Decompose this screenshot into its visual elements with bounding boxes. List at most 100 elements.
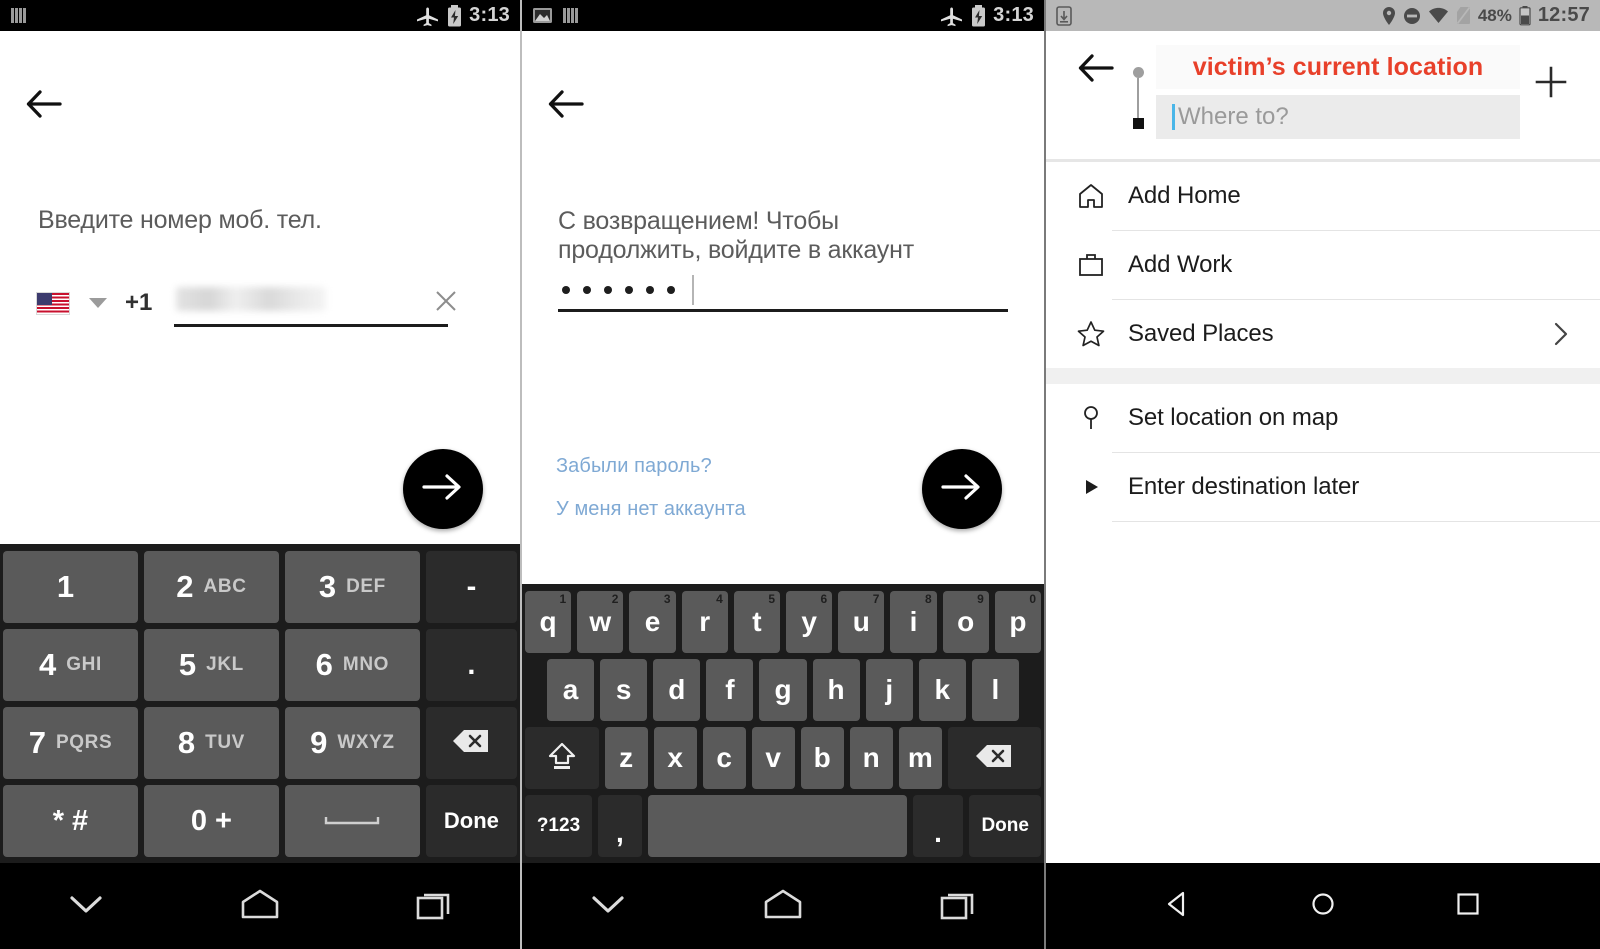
list-item-label: Add Home (1128, 182, 1241, 209)
key-a[interactable]: a (547, 659, 595, 721)
key-m[interactable]: m (898, 727, 942, 789)
key-h[interactable]: h (812, 659, 860, 721)
key-5[interactable]: 5 JKL (143, 629, 279, 701)
screenshot-collage: 3:13 Введите номер моб. тел. +1 1 2 ABC … (0, 0, 1600, 949)
space-key[interactable] (284, 785, 420, 857)
done-key[interactable]: Done (425, 785, 517, 857)
origin-value: victim’s current location (1192, 52, 1484, 81)
recents-icon[interactable] (411, 887, 457, 926)
list-item-set-location-on-map[interactable]: Set location on map (1046, 384, 1600, 452)
key-x[interactable]: x (653, 727, 697, 789)
nav-back-icon[interactable] (1161, 888, 1195, 925)
back-button[interactable] (1064, 45, 1120, 83)
list-item-add-home[interactable]: Add Home (1046, 162, 1600, 230)
key-3[interactable]: 3 DEF (284, 551, 420, 623)
key-period[interactable]: . (425, 629, 517, 701)
chevron-down-icon[interactable] (63, 890, 109, 923)
add-stop-button[interactable] (1520, 45, 1582, 104)
keyboard-row: 7 PQRS 8 TUV 9 WXYZ (0, 704, 520, 782)
period-key[interactable]: . (912, 795, 964, 857)
forgot-password-link[interactable]: Забыли пароль? (556, 455, 712, 478)
recents-icon[interactable] (935, 887, 981, 926)
key-star-hash[interactable]: * # (3, 785, 138, 857)
home-icon (1076, 181, 1128, 211)
back-button[interactable] (548, 89, 584, 119)
key-i[interactable]: i8 (890, 591, 937, 653)
chevron-down-icon[interactable] (585, 890, 631, 923)
home-icon[interactable] (758, 887, 808, 926)
phone-number-input[interactable] (174, 283, 456, 327)
key-p[interactable]: p0 (994, 591, 1042, 653)
key-l[interactable]: l (971, 659, 1019, 721)
key-z[interactable]: z (604, 727, 648, 789)
destination-input[interactable]: Where to? (1156, 95, 1520, 139)
key-n[interactable]: n (849, 727, 893, 789)
key-d[interactable]: d (653, 659, 701, 721)
key-q[interactable]: q1 (525, 591, 572, 653)
key-label: z (619, 742, 634, 773)
page-title: Введите номер моб. тел. (38, 206, 322, 234)
submit-button[interactable] (922, 449, 1002, 529)
space-key[interactable] (647, 795, 907, 857)
key-6[interactable]: 6 MNO (284, 629, 420, 701)
list-item-saved-places[interactable]: Saved Places (1046, 300, 1600, 368)
us-flag-icon[interactable] (36, 291, 70, 315)
nav-home-icon[interactable] (1306, 888, 1340, 925)
list-item-add-work[interactable]: Add Work (1046, 231, 1600, 299)
caret-down-icon[interactable] (89, 298, 107, 308)
key-7[interactable]: 7 PQRS (3, 707, 138, 779)
shift-key[interactable] (525, 727, 599, 789)
backspace-key[interactable] (425, 707, 517, 779)
key-dash[interactable]: - (425, 551, 517, 623)
key-label: 3 (318, 569, 337, 604)
no-account-link[interactable]: У меня нет аккаунта (556, 498, 746, 521)
origin-input[interactable]: victim’s current location (1156, 45, 1520, 89)
key-4[interactable]: 4 GHI (3, 629, 138, 701)
android-navigation-bar[interactable] (522, 863, 1044, 949)
key-f[interactable]: f (706, 659, 754, 721)
key-y[interactable]: y6 (786, 591, 833, 653)
backspace-key[interactable] (947, 727, 1041, 789)
comma-key[interactable]: , (597, 795, 642, 857)
key-c[interactable]: c (702, 727, 746, 789)
key-e[interactable]: e3 (629, 591, 676, 653)
key-u[interactable]: u7 (838, 591, 885, 653)
key-label: t (752, 606, 762, 637)
key-label: n (862, 742, 880, 773)
key-0-plus[interactable]: 0 + (143, 785, 279, 857)
list-item-enter-destination-later[interactable]: Enter destination later (1046, 453, 1600, 521)
back-button[interactable] (26, 89, 62, 119)
key-b[interactable]: b (800, 727, 844, 789)
done-key[interactable]: Done (969, 795, 1041, 857)
numeric-keyboard[interactable]: 1 2 ABC 3 DEF - 4 GHI 5 JKL 6 MNO . 7 PQ… (0, 544, 520, 863)
key-label: w (589, 606, 612, 637)
key-9[interactable]: 9 WXYZ (284, 707, 420, 779)
android-navigation-bar[interactable] (1046, 863, 1600, 949)
close-icon[interactable] (434, 289, 458, 313)
key-v[interactable]: v (751, 727, 795, 789)
key-g[interactable]: g (759, 659, 807, 721)
nav-recents-icon[interactable] (1451, 888, 1485, 925)
status-bar-right-icons: 3:13 (940, 4, 1034, 27)
home-icon[interactable] (235, 887, 285, 926)
submit-button[interactable] (403, 449, 483, 529)
password-input[interactable] (558, 274, 1008, 312)
key-sublabel: TUV (205, 732, 245, 753)
country-code-label: +1 (125, 289, 153, 316)
key-s[interactable]: s (600, 659, 648, 721)
android-navigation-bar[interactable] (0, 863, 520, 949)
symbols-key[interactable]: ?123 (525, 795, 592, 857)
key-k[interactable]: k (918, 659, 966, 721)
key-o[interactable]: o9 (942, 591, 989, 653)
key-superscript: 0 (1029, 592, 1037, 606)
key-j[interactable]: j (865, 659, 913, 721)
key-label: x (667, 742, 683, 773)
key-1[interactable]: 1 (3, 551, 138, 623)
list-item-label: Enter destination later (1128, 473, 1360, 500)
key-r[interactable]: r4 (681, 591, 728, 653)
key-t[interactable]: t5 (733, 591, 781, 653)
qwerty-keyboard[interactable]: q1w2e3r4t5y6u7i8o9p0 asdfghjkl zxcvbnm ? (522, 584, 1044, 863)
key-2[interactable]: 2 ABC (143, 551, 279, 623)
key-8[interactable]: 8 TUV (143, 707, 279, 779)
key-w[interactable]: w2 (577, 591, 624, 653)
